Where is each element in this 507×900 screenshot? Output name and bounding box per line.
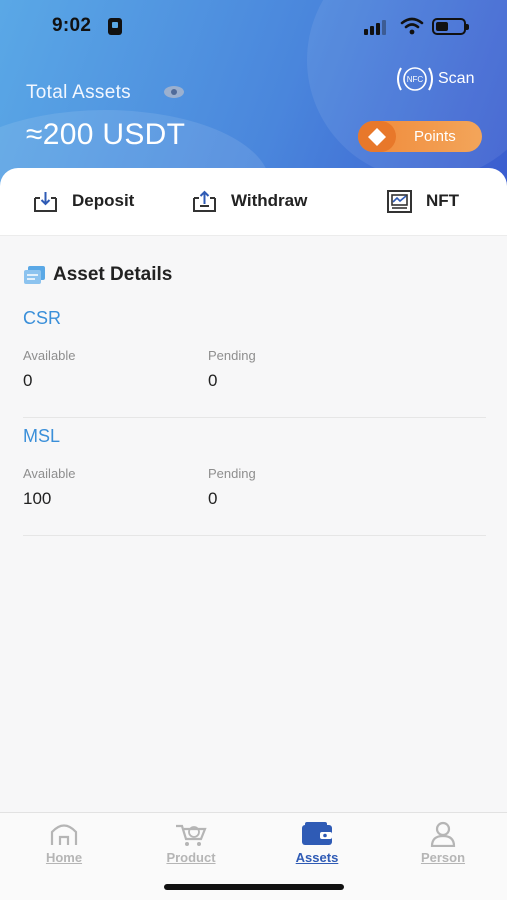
asset-details-section: Asset Details CSR Available 0 Pending 0 … bbox=[0, 236, 507, 812]
nft-label: NFT bbox=[426, 191, 460, 210]
available-value: 100 bbox=[23, 489, 52, 508]
quick-actions: Deposit Withdraw NFT bbox=[0, 168, 507, 236]
nft-icon bbox=[387, 189, 412, 213]
tab-assets-label: Assets bbox=[295, 850, 339, 865]
asset-details-heading: Asset Details bbox=[23, 264, 172, 286]
nft-button[interactable]: NFT bbox=[386, 186, 459, 216]
asset-row-msl[interactable]: MSL Available 100 Pending 0 bbox=[23, 426, 486, 536]
total-assets-value: ≈200 USDT bbox=[26, 118, 186, 151]
withdraw-button[interactable]: Withdraw bbox=[191, 186, 307, 216]
svg-text:NFC: NFC bbox=[407, 75, 424, 84]
tab-product[interactable]: Product bbox=[146, 821, 236, 865]
deposit-icon bbox=[34, 191, 57, 212]
person-icon bbox=[430, 821, 456, 847]
pending-column: Pending 0 bbox=[208, 466, 256, 509]
wallet-icon bbox=[302, 822, 332, 845]
available-value: 0 bbox=[23, 371, 33, 390]
asset-row-csr[interactable]: CSR Available 0 Pending 0 bbox=[23, 308, 486, 418]
tab-person[interactable]: Person bbox=[398, 821, 488, 865]
wifi-icon bbox=[400, 17, 424, 35]
eye-icon[interactable] bbox=[163, 85, 185, 99]
status-bar: 9:02 bbox=[0, 10, 507, 40]
pending-value: 0 bbox=[208, 489, 218, 508]
asset-details-icon bbox=[24, 266, 45, 284]
home-icon bbox=[50, 824, 78, 845]
available-column: Available 0 bbox=[23, 348, 76, 391]
withdraw-label: Withdraw bbox=[231, 191, 308, 210]
deposit-button[interactable]: Deposit bbox=[32, 186, 134, 216]
pending-value: 0 bbox=[208, 371, 218, 390]
available-column: Available 100 bbox=[23, 466, 76, 509]
tab-person-label: Person bbox=[420, 850, 466, 865]
available-label: Available bbox=[23, 348, 76, 363]
available-label: Available bbox=[23, 466, 76, 481]
scan-button[interactable]: NFC Scan bbox=[395, 64, 474, 94]
deposit-label: Deposit bbox=[72, 191, 135, 210]
total-assets-label: Total Assets bbox=[26, 82, 131, 103]
asset-name: MSL bbox=[23, 426, 61, 446]
pending-label: Pending bbox=[208, 466, 256, 481]
points-button[interactable]: Points bbox=[358, 121, 482, 152]
scan-label: Scan bbox=[438, 70, 475, 87]
pending-label: Pending bbox=[208, 348, 256, 363]
cellular-signal-icon bbox=[364, 19, 392, 35]
asset-name: CSR bbox=[23, 308, 62, 328]
nfc-icon: NFC bbox=[397, 67, 433, 91]
tab-assets[interactable]: Assets bbox=[272, 821, 362, 865]
points-label: Points bbox=[414, 128, 456, 145]
asset-details-title: Asset Details bbox=[53, 264, 173, 285]
status-time: 9:02 bbox=[52, 15, 92, 36]
tab-home-label: Home bbox=[45, 850, 83, 865]
home-indicator[interactable] bbox=[164, 884, 344, 890]
cart-icon bbox=[176, 824, 207, 846]
diamond-icon bbox=[358, 121, 396, 152]
pending-column: Pending 0 bbox=[208, 348, 256, 391]
tab-product-label: Product bbox=[166, 850, 216, 865]
tab-home[interactable]: Home bbox=[19, 821, 109, 865]
withdraw-icon bbox=[193, 190, 216, 212]
lock-icon bbox=[108, 18, 122, 35]
battery-icon bbox=[432, 18, 469, 35]
